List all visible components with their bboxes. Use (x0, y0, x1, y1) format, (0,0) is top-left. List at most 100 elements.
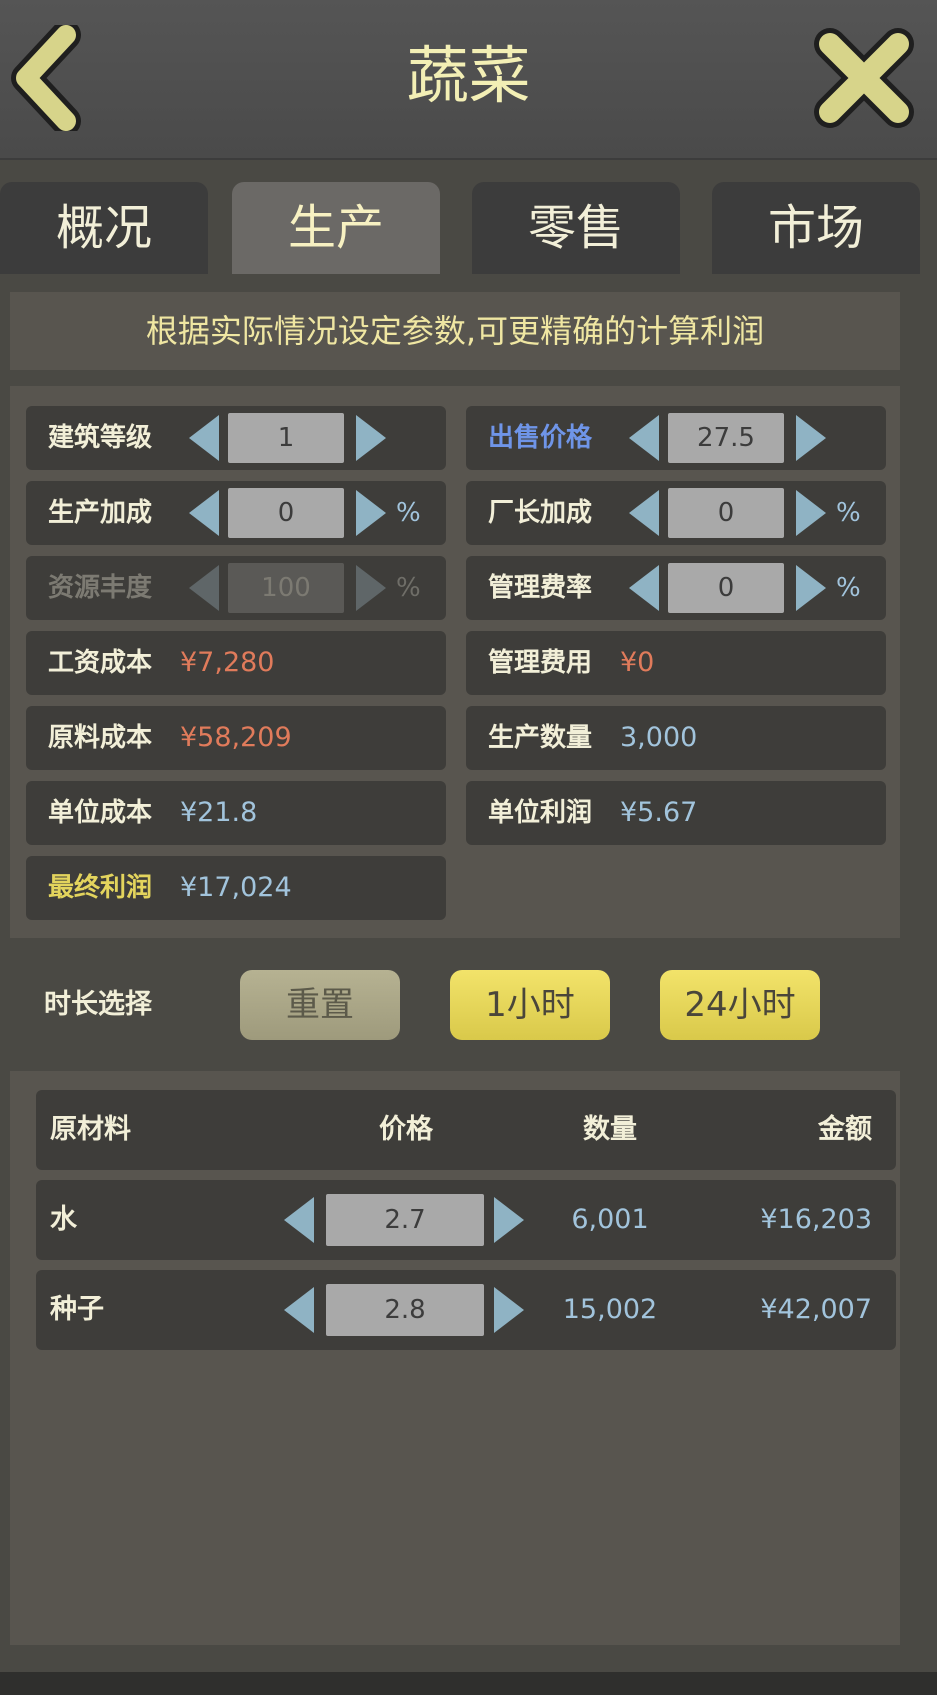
material-price-decrease-button[interactable] (284, 1197, 314, 1243)
management-rate-input[interactable]: 0 (668, 563, 784, 613)
close-icon (814, 28, 914, 128)
wage-cost-label: 工资成本 (48, 648, 153, 678)
management-fee-value: ¥0 (620, 647, 655, 678)
wage-cost-value: ¥7,280 (180, 647, 275, 678)
tab-overview[interactable]: 概况 (0, 182, 208, 274)
material-name: 种子 (50, 1294, 104, 1325)
building-level-row: 建筑等级 1 (26, 406, 446, 470)
tab-market[interactable]: 市场 (712, 182, 920, 274)
building-level-decrease-button[interactable] (189, 415, 219, 461)
material-price-increase-button[interactable] (494, 1197, 524, 1243)
unit-profit-value: ¥5.67 (620, 797, 698, 828)
unit-cost-value: ¥21.8 (180, 797, 258, 828)
triangle-left-icon (284, 1197, 314, 1243)
percent-unit: % (396, 573, 421, 603)
material-price-input[interactable]: 2.7 (326, 1194, 484, 1246)
material-cost-label: 原料成本 (48, 723, 153, 753)
tab-retail[interactable]: 零售 (472, 182, 680, 274)
production-qty-row: 生产数量 3,000 (466, 706, 886, 770)
sell-price-label: 出售价格 (488, 423, 593, 453)
final-profit-label: 最终利润 (48, 873, 153, 903)
unit-profit-row: 单位利润 ¥5.67 (466, 781, 886, 845)
triangle-left-icon (189, 490, 219, 536)
triangle-left-icon (629, 490, 659, 536)
manager-bonus-increase-button[interactable] (796, 490, 826, 536)
production-bonus-input[interactable]: 0 (228, 488, 344, 538)
management-rate-row: 管理费率 0 % (466, 556, 886, 620)
one-hour-button[interactable]: 1小时 (450, 970, 610, 1040)
percent-unit: % (836, 498, 861, 528)
production-qty-value: 3,000 (620, 722, 698, 753)
sell-price-row: 出售价格 27.5 (466, 406, 886, 470)
reset-button[interactable]: 重置 (240, 970, 400, 1040)
manager-bonus-row: 厂长加成 0 % (466, 481, 886, 545)
triangle-right-icon (356, 415, 386, 461)
sell-price-decrease-button[interactable] (629, 415, 659, 461)
final-profit-value: ¥17,024 (180, 872, 292, 903)
triangle-right-icon (796, 490, 826, 536)
manager-bonus-decrease-button[interactable] (629, 490, 659, 536)
triangle-right-icon (494, 1197, 524, 1243)
wage-cost-row: 工资成本 ¥7,280 (26, 631, 446, 695)
material-cost-value: ¥58,209 (180, 722, 292, 753)
resource-abundance-decrease-button (189, 565, 219, 611)
triangle-left-icon (284, 1287, 314, 1333)
resource-abundance-increase-button (356, 565, 386, 611)
production-bonus-row: 生产加成 0 % (26, 481, 446, 545)
management-rate-increase-button[interactable] (796, 565, 826, 611)
unit-cost-row: 单位成本 ¥21.8 (26, 781, 446, 845)
sell-price-input[interactable]: 27.5 (668, 413, 784, 463)
material-quantity: 6,001 (571, 1204, 649, 1235)
triangle-right-icon (494, 1287, 524, 1333)
params-panel: 建筑等级 1 出售价格 27.5 生产加成 0 % 厂长加成 0 % 资源丰度 … (10, 386, 900, 938)
triangle-left-icon (629, 565, 659, 611)
management-rate-decrease-button[interactable] (629, 565, 659, 611)
percent-unit: % (396, 498, 421, 528)
resource-abundance-input: 100 (228, 563, 344, 613)
unit-cost-label: 单位成本 (48, 798, 153, 828)
material-price-decrease-button[interactable] (284, 1287, 314, 1333)
material-quantity: 15,002 (562, 1294, 658, 1325)
materials-panel: 原材料 价格 数量 金额 水 2.7 6,001 ¥16,203 种子 2.8 … (10, 1071, 900, 1645)
management-fee-row: 管理费用 ¥0 (466, 631, 886, 695)
bottom-bar (0, 1672, 937, 1695)
column-header-material: 原材料 (50, 1114, 131, 1145)
percent-unit: % (836, 573, 861, 603)
production-bonus-label: 生产加成 (48, 498, 153, 528)
material-amount: ¥42,007 (760, 1294, 872, 1325)
triangle-left-icon (189, 565, 219, 611)
material-price-increase-button[interactable] (494, 1287, 524, 1333)
manager-bonus-input[interactable]: 0 (668, 488, 784, 538)
production-bonus-increase-button[interactable] (356, 490, 386, 536)
building-level-increase-button[interactable] (356, 415, 386, 461)
duration-label: 时长选择 (44, 989, 152, 1020)
column-header-amount: 金额 (818, 1114, 872, 1145)
twenty-four-hour-button[interactable]: 24小时 (660, 970, 820, 1040)
page-title: 蔬菜 (406, 39, 531, 112)
building-level-label: 建筑等级 (48, 423, 153, 453)
tab-production[interactable]: 生产 (232, 182, 440, 274)
unit-profit-label: 单位利润 (488, 798, 593, 828)
sell-price-increase-button[interactable] (796, 415, 826, 461)
triangle-left-icon (629, 415, 659, 461)
column-header-price: 价格 (379, 1114, 433, 1145)
triangle-right-icon (796, 415, 826, 461)
building-level-input[interactable]: 1 (228, 413, 344, 463)
material-name: 水 (50, 1204, 77, 1235)
resource-abundance-label: 资源丰度 (48, 573, 153, 603)
material-price-input[interactable]: 2.8 (326, 1284, 484, 1336)
material-cost-row: 原料成本 ¥58,209 (26, 706, 446, 770)
production-bonus-decrease-button[interactable] (189, 490, 219, 536)
production-qty-label: 生产数量 (488, 723, 593, 753)
triangle-right-icon (796, 565, 826, 611)
close-button[interactable] (812, 26, 916, 130)
hint-text: 根据实际情况设定参数,可更精确的计算利润 (10, 292, 900, 370)
table-header-row: 原材料 价格 数量 金额 (36, 1090, 896, 1170)
management-rate-label: 管理费率 (488, 573, 593, 603)
table-row: 种子 2.8 15,002 ¥42,007 (36, 1270, 896, 1350)
manager-bonus-label: 厂长加成 (488, 498, 593, 528)
triangle-right-icon (356, 565, 386, 611)
table-row: 水 2.7 6,001 ¥16,203 (36, 1180, 896, 1260)
management-fee-label: 管理费用 (488, 648, 593, 678)
triangle-right-icon (356, 490, 386, 536)
